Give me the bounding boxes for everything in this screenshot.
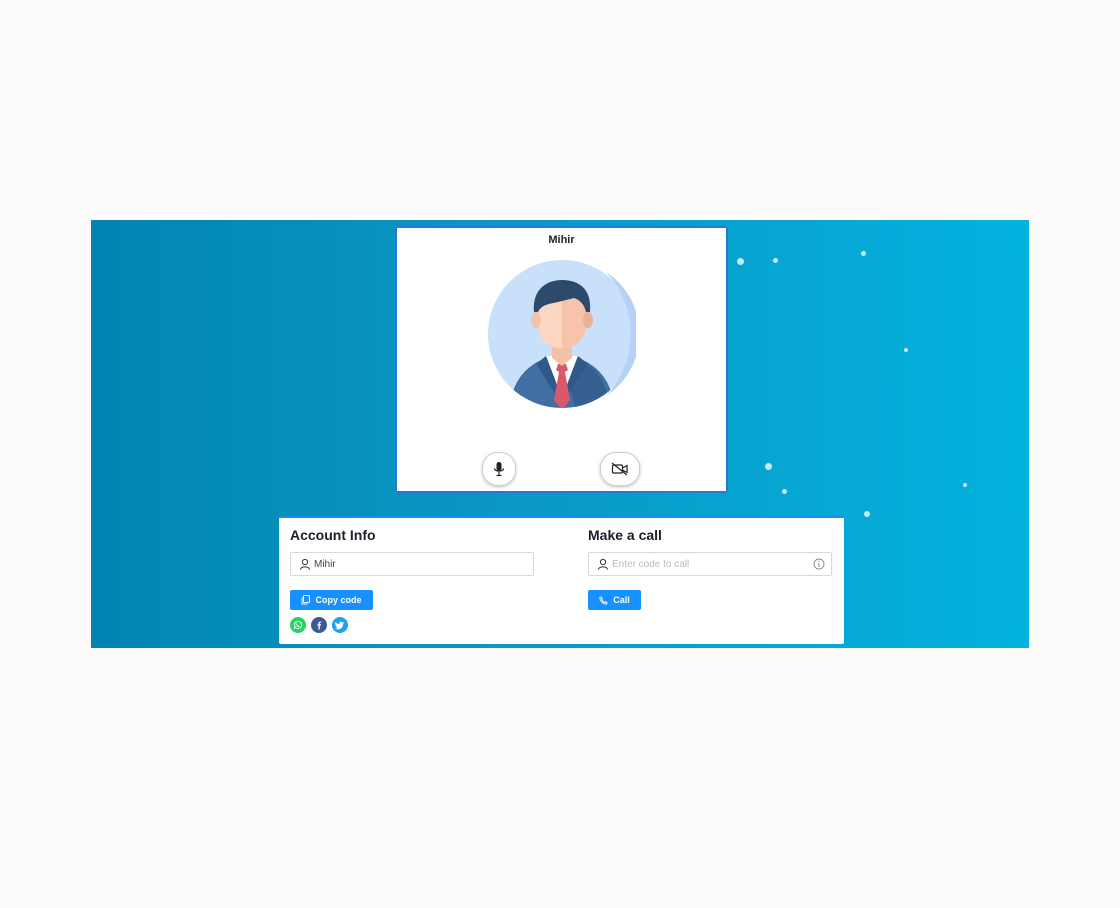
- phone-icon: [599, 595, 609, 605]
- user-icon: [300, 558, 310, 570]
- whatsapp-icon[interactable]: [290, 617, 306, 633]
- make-call-title: Make a call: [588, 527, 662, 543]
- user-avatar: [488, 260, 636, 408]
- info-icon[interactable]: [813, 558, 825, 570]
- call-button-label: Call: [613, 595, 630, 605]
- twitter-icon[interactable]: [332, 617, 348, 633]
- microphone-icon: [493, 462, 505, 477]
- particle: [737, 258, 744, 265]
- call-options-panel: Account Info Copy code: [279, 516, 844, 644]
- call-button[interactable]: Call: [588, 590, 641, 610]
- account-info-title: Account Info: [290, 527, 376, 543]
- share-icons: [290, 617, 348, 633]
- particle: [963, 483, 967, 487]
- camera-off-icon: [611, 462, 628, 476]
- name-input[interactable]: [314, 558, 527, 570]
- user-icon: [598, 558, 608, 570]
- particle: [904, 348, 908, 352]
- particle: [864, 511, 870, 517]
- toggle-camera-button[interactable]: [600, 452, 640, 486]
- copy-code-button[interactable]: Copy code: [290, 590, 373, 610]
- particle: [861, 251, 866, 256]
- particle: [773, 258, 778, 263]
- video-card: Mihir: [395, 226, 728, 493]
- particle: [782, 489, 787, 494]
- caller-name: Mihir: [548, 234, 575, 246]
- call-stage: Mihir Account Info Mihir Copy code Make …: [91, 220, 1029, 648]
- facebook-icon[interactable]: [311, 617, 327, 633]
- call-code-field[interactable]: [588, 552, 832, 576]
- copy-icon: [301, 595, 311, 605]
- call-code-input[interactable]: [612, 558, 813, 570]
- mute-microphone-button[interactable]: [482, 452, 516, 486]
- name-field[interactable]: [290, 552, 534, 576]
- particle: [765, 463, 772, 470]
- copy-code-label: Copy code: [315, 595, 362, 605]
